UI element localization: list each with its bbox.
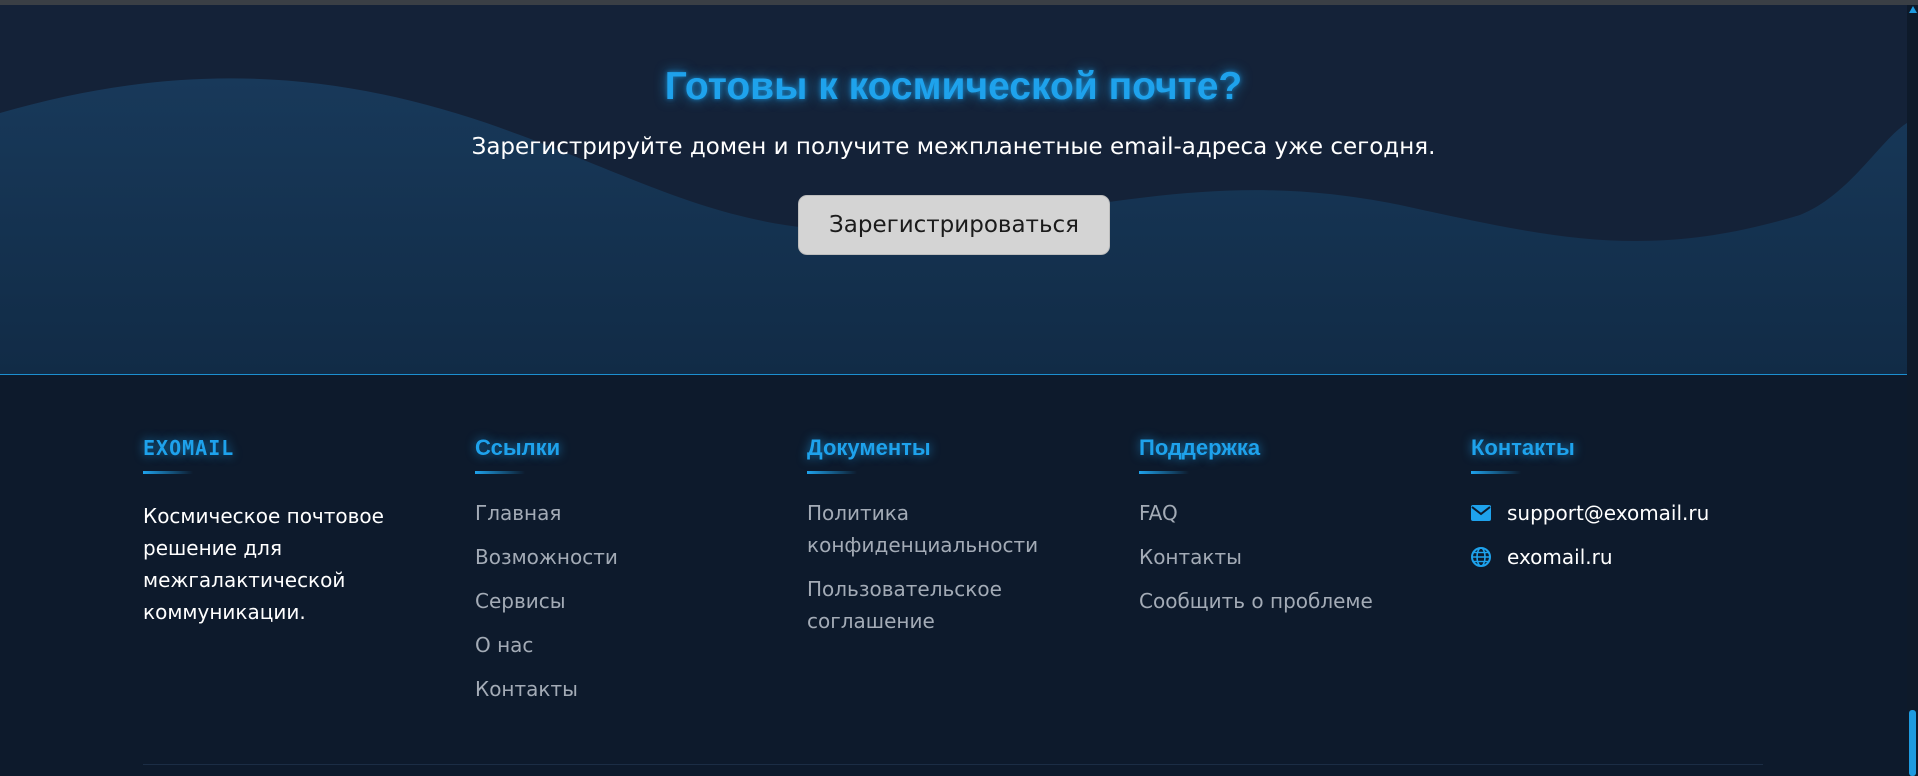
support-list: FAQ Контакты Сообщить о проблеме: [1139, 497, 1373, 617]
footer-contacts-column: Контакты support@exomail.ru exomail.ru: [1471, 433, 1709, 585]
page-scrollbar[interactable]: [1907, 5, 1918, 776]
contact-email-text: support@exomail.ru: [1507, 501, 1710, 525]
scroll-up-arrow-icon[interactable]: [1909, 6, 1917, 13]
footer-bottom-divider: [143, 764, 1763, 765]
cta-title: Готовы к космической почте?: [664, 65, 1243, 108]
contacts-heading: Контакты: [1471, 435, 1575, 460]
heading-underline: [1471, 471, 1521, 474]
cta-section: Готовы к космической почте? Зарегистриру…: [0, 5, 1907, 374]
scrollbar-thumb[interactable]: [1909, 710, 1916, 776]
footer-support-column: Поддержка FAQ Контакты Сообщить о пробле…: [1139, 433, 1373, 629]
heading-underline: [143, 471, 193, 474]
contact-website-text: exomail.ru: [1507, 545, 1613, 569]
contacts-list: support@exomail.ru exomail.ru: [1471, 497, 1709, 573]
brand-logo[interactable]: EXOMAIL: [143, 433, 403, 463]
footer-link-about[interactable]: О нас: [475, 629, 618, 661]
heading-underline: [1139, 471, 1189, 474]
footer-link-home[interactable]: Главная: [475, 497, 618, 529]
envelope-icon: [1471, 505, 1491, 521]
documents-heading: Документы: [807, 435, 931, 460]
footer-brand-column: EXOMAIL Космическое почтовое решение для…: [143, 433, 403, 628]
links-list: Главная Возможности Сервисы О нас Контак…: [475, 497, 618, 705]
footer-documents-column: Документы Политика конфиденциальности По…: [807, 433, 1057, 649]
brand-description: Космическое почтовое решение для межгала…: [143, 504, 384, 624]
footer: EXOMAIL Космическое почтовое решение для…: [0, 375, 1907, 776]
footer-link-privacy-policy[interactable]: Политика конфиденциальности: [807, 497, 1057, 561]
contact-email[interactable]: support@exomail.ru: [1471, 497, 1709, 529]
wave-background: [0, 78, 1907, 374]
links-heading: Ссылки: [475, 435, 561, 460]
footer-link-contacts[interactable]: Контакты: [475, 673, 618, 705]
footer-link-services[interactable]: Сервисы: [475, 585, 618, 617]
footer-link-user-agreement[interactable]: Пользовательское соглашение: [807, 573, 1057, 637]
globe-icon: [1471, 547, 1491, 567]
support-heading: Поддержка: [1139, 435, 1261, 460]
heading-underline: [475, 471, 525, 474]
contact-website[interactable]: exomail.ru: [1471, 541, 1709, 573]
register-button[interactable]: Зарегистрироваться: [798, 195, 1110, 255]
footer-link-support-contacts[interactable]: Контакты: [1139, 541, 1373, 573]
footer-links-column: Ссылки Главная Возможности Сервисы О нас…: [475, 433, 618, 717]
footer-link-features[interactable]: Возможности: [475, 541, 618, 573]
footer-link-faq[interactable]: FAQ: [1139, 497, 1373, 529]
cta-subtitle: Зарегистрируйте домен и получите межплан…: [471, 134, 1436, 160]
footer-link-report-problem[interactable]: Сообщить о проблеме: [1139, 585, 1373, 617]
documents-list: Политика конфиденциальности Пользователь…: [807, 497, 1057, 637]
heading-underline: [807, 471, 857, 474]
